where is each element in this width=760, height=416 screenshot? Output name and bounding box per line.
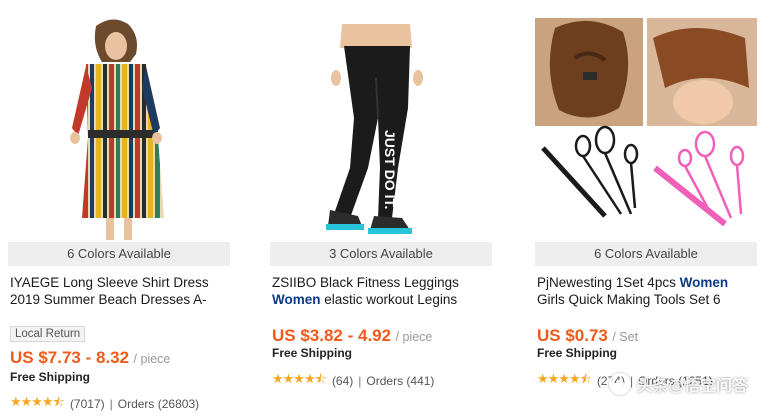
price: US $7.73 - 8.32 — [10, 348, 130, 367]
product-title[interactable]: PjNewesting 1Set 4pcs Women Girls Quick … — [537, 274, 757, 308]
watermark: 头条@悟空问答 — [609, 372, 748, 396]
product-card[interactable]: 6 Colors Available IYAEGE Long Sleeve Sh… — [8, 0, 230, 416]
rating-stars-icon: ★★★★⯪ — [10, 394, 65, 409]
product-image[interactable] — [8, 18, 230, 240]
price-unit: / piece — [133, 352, 171, 366]
colors-available-label: 3 Colors Available — [270, 242, 492, 266]
product-title[interactable]: IYAEGE Long Sleeve Shirt Dress 2019 Summ… — [10, 274, 230, 308]
product-title[interactable]: ZSIIBO Black Fitness Leggings Women elas… — [272, 274, 492, 308]
local-return-badge: Local Return — [10, 326, 86, 342]
product-image[interactable]: JUST DO IT. — [270, 18, 492, 240]
price-row: US $7.73 - 8.32 / piece — [10, 348, 170, 368]
price: US $0.73 — [537, 326, 608, 345]
title-line[interactable]: IYAEGE Long Sleeve Shirt Dress — [10, 274, 230, 291]
review-count[interactable]: (64) — [332, 374, 353, 388]
price-unit: / piece — [395, 330, 433, 344]
separator: | — [358, 374, 362, 388]
rating-row: ★★★★⯪ (64) | Orders (441) — [272, 370, 434, 392]
title-keyword[interactable]: Women — [680, 275, 729, 290]
colors-available-label: 6 Colors Available — [8, 242, 230, 266]
colors-available-label: 6 Colors Available — [535, 242, 757, 266]
title-line[interactable]: PjNewesting 1Set 4pcs Women — [537, 274, 757, 291]
title-line[interactable]: Girls Quick Making Tools Set 6 — [537, 291, 757, 308]
shipping-label: Free Shipping — [272, 346, 353, 360]
shipping-label: Free Shipping — [10, 370, 91, 384]
title-line[interactable]: 2019 Summer Beach Dresses A- — [10, 291, 230, 308]
watermark-text: 头条@悟空问答 — [636, 378, 748, 395]
shipping-label: Free Shipping — [537, 346, 618, 360]
price-row: US $3.82 - 4.92 / piece — [272, 326, 432, 346]
title-rest[interactable]: elastic workout Legins — [321, 292, 457, 307]
rating-stars-icon: ★★★★⯪ — [272, 371, 327, 386]
price-row: US $0.73 / Set — [537, 326, 638, 346]
orders-count: Orders (441) — [366, 374, 435, 388]
price-unit: / Set — [612, 330, 639, 344]
review-count[interactable]: (7017) — [70, 397, 105, 411]
title-plain[interactable]: PjNewesting 1Set 4pcs — [537, 275, 680, 290]
product-card[interactable]: 6 Colors Available PjNewesting 1Set 4pcs… — [535, 0, 757, 416]
rating-row: ★★★★⯪ (7017) | Orders (26803) — [10, 393, 199, 415]
title-line[interactable]: ZSIIBO Black Fitness Leggings — [272, 274, 492, 291]
orders-count: Orders (26803) — [117, 397, 200, 411]
watermark-logo-icon — [609, 373, 632, 395]
price: US $3.82 - 4.92 — [272, 326, 392, 345]
title-line[interactable]: Women elastic workout Legins — [272, 291, 492, 308]
legging-print-text: JUST DO IT. — [382, 130, 398, 209]
separator: | — [109, 397, 113, 411]
product-card[interactable]: JUST DO IT. 3 Colors Available ZSIIBO Bl… — [270, 0, 492, 416]
product-image[interactable] — [535, 18, 757, 240]
title-keyword[interactable]: Women — [272, 292, 321, 307]
rating-stars-icon: ★★★★⯪ — [537, 371, 592, 386]
